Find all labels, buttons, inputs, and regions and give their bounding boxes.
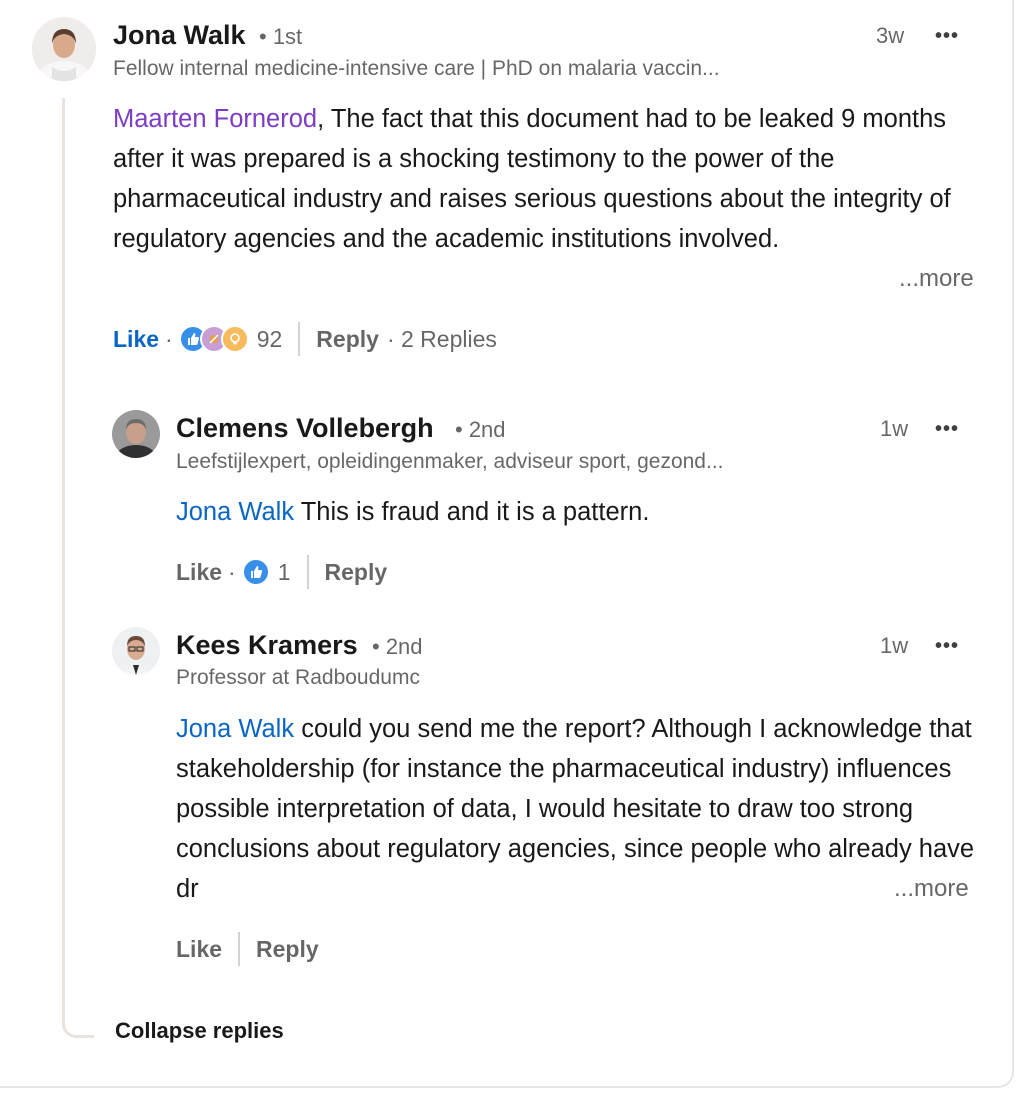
connection-degree: • 2nd: [455, 417, 506, 442]
reaction-count[interactable]: 92: [257, 326, 283, 353]
connection-degree: • 1st: [259, 24, 303, 49]
like-icon: [241, 558, 270, 586]
insight-icon: [220, 325, 249, 353]
timestamp: 3w: [876, 23, 905, 48]
timestamp: 1w: [880, 633, 909, 658]
reply-button[interactable]: Reply: [316, 326, 379, 353]
comment-text: Jona Walk could you send me the report? …: [176, 715, 975, 903]
avatar[interactable]: [32, 17, 96, 81]
like-button[interactable]: Like: [176, 559, 222, 586]
reply-button[interactable]: Reply: [256, 936, 319, 963]
more-options-icon[interactable]: •••: [935, 635, 959, 658]
reaction-count[interactable]: 1: [278, 559, 291, 586]
comment-actions: Like · 92 Reply · 2 Replies: [113, 322, 497, 356]
author-headline: Leefstijlexpert, opleidingenmaker, advis…: [176, 450, 724, 473]
more-options-icon[interactable]: •••: [935, 25, 959, 48]
separator-dot: ·: [165, 325, 173, 352]
divider: [306, 555, 309, 589]
author-name[interactable]: Clemens Vollebergh: [176, 413, 434, 444]
see-more-link[interactable]: ...more: [886, 875, 969, 903]
collapse-replies-button[interactable]: Collapse replies: [115, 1018, 284, 1044]
more-options-icon[interactable]: •••: [935, 418, 959, 441]
reaction-icons[interactable]: [178, 325, 249, 353]
separator-dot: ·: [228, 558, 236, 585]
divider: [238, 932, 241, 966]
reaction-icons[interactable]: [241, 558, 270, 586]
timestamp: 1w: [880, 416, 909, 441]
author-name[interactable]: Kees Kramers: [176, 630, 358, 661]
comment-actions: Like Reply: [176, 932, 319, 966]
author-headline: Professor at Radboudumc: [176, 666, 420, 689]
mention-link[interactable]: Jona Walk: [176, 498, 294, 526]
comment-text: Maarten Fornerod, The fact that this doc…: [113, 105, 951, 253]
like-button[interactable]: Like: [176, 936, 222, 963]
comment-thread-card: Jona Walk • 1st Fellow internal medicine…: [0, 0, 1014, 1088]
author-name[interactable]: Jona Walk: [113, 20, 246, 51]
like-button[interactable]: Like: [113, 326, 159, 353]
avatar[interactable]: [112, 627, 160, 675]
replies-count-link[interactable]: · 2 Replies: [387, 326, 497, 353]
comment-text: Jona Walk This is fraud and it is a patt…: [176, 498, 650, 526]
author-headline: Fellow internal medicine-intensive care …: [113, 57, 720, 80]
thread-line: [62, 98, 94, 1038]
reply-button[interactable]: Reply: [325, 559, 388, 586]
divider: [298, 322, 301, 356]
mention-link[interactable]: Maarten Fornerod: [113, 105, 317, 133]
mention-link[interactable]: Jona Walk: [176, 715, 294, 743]
see-more-link[interactable]: ...more: [893, 265, 974, 293]
comment-actions: Like · 1 Reply: [176, 555, 387, 589]
avatar[interactable]: [112, 410, 160, 458]
connection-degree: • 2nd: [372, 634, 423, 659]
